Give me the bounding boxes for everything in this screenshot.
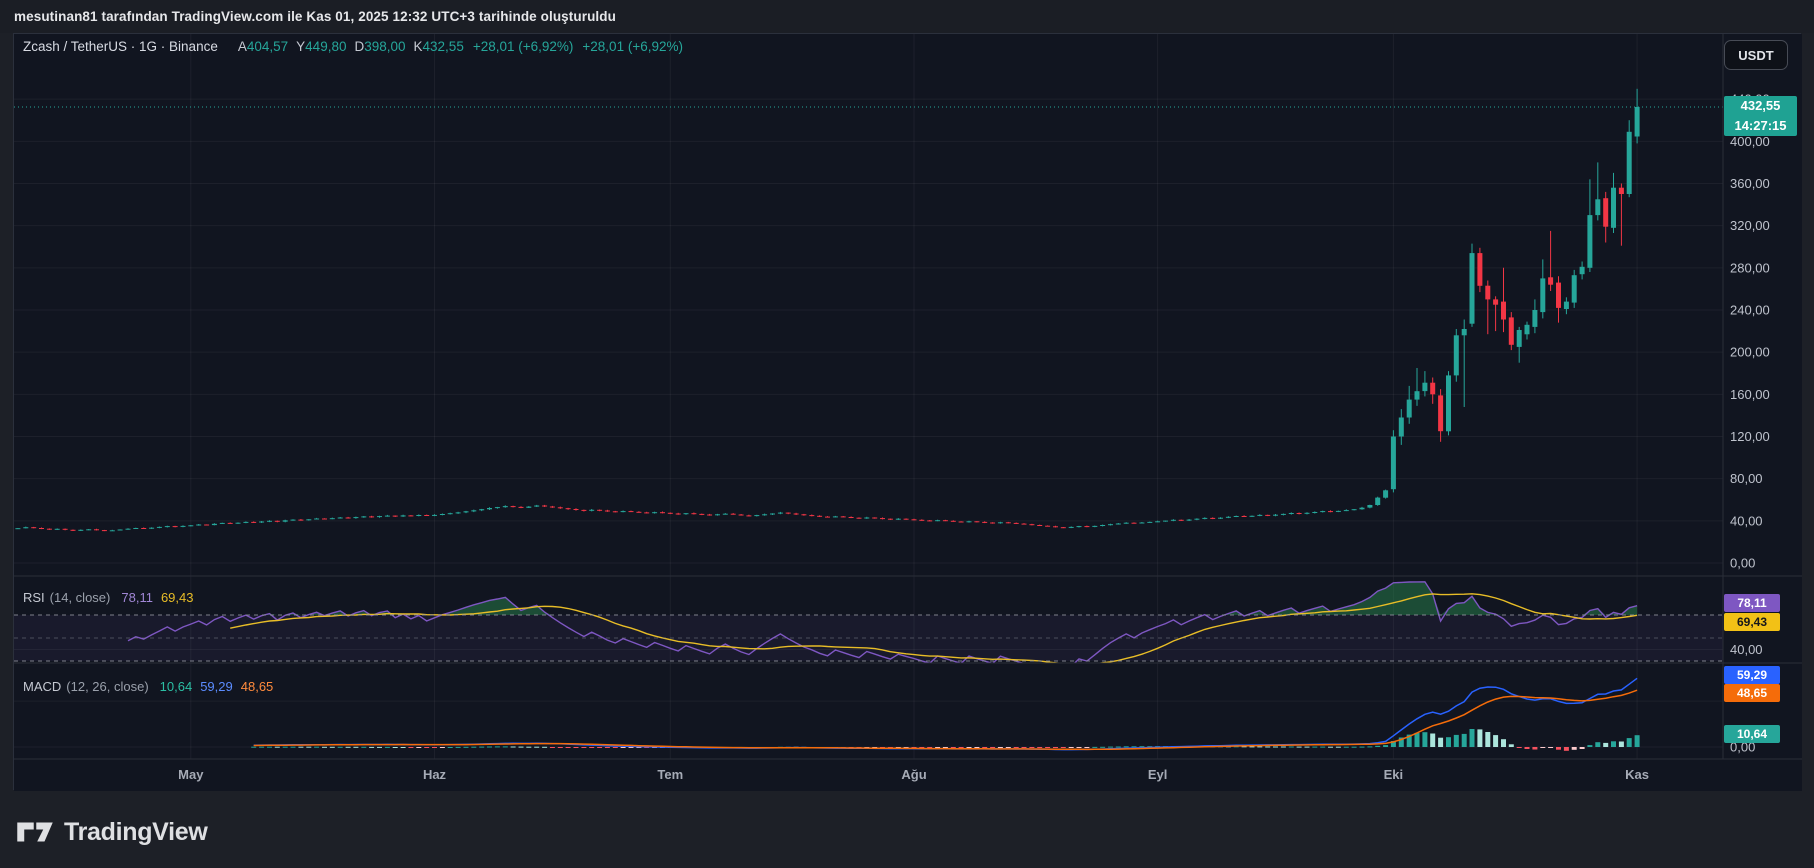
tradingview-logo-text: TradingView: [64, 817, 208, 846]
svg-text:40,00: 40,00: [1730, 513, 1763, 528]
macd-legend[interactable]: MACD (12, 26, close) 10,64 59,29 48,65: [23, 679, 273, 694]
macd-signal-badge: 48,65: [1724, 684, 1780, 702]
countdown-timer: 14:27:15: [1734, 118, 1787, 133]
tradingview-logo[interactable]: TradingView: [16, 814, 208, 850]
svg-text:Haz: Haz: [423, 767, 447, 782]
rsi-ma-badge: 69,43: [1724, 613, 1780, 631]
symbol-title[interactable]: Zcash / TetherUS · 1G · Binance: [23, 39, 218, 54]
svg-text:Tem: Tem: [657, 767, 683, 782]
svg-text:400,00: 400,00: [1730, 134, 1770, 149]
currency-toggle-button[interactable]: USDT: [1724, 40, 1788, 70]
macd-params: (12, 26, close): [66, 679, 149, 694]
close-value: 432,55: [422, 39, 464, 54]
svg-text:Eki: Eki: [1384, 767, 1404, 782]
close-label: K: [413, 39, 423, 54]
rsi-value: 78,11: [121, 590, 153, 605]
macd-signal-value: 48,65: [240, 679, 274, 694]
last-price-value: 432,55: [1740, 98, 1781, 113]
rsi-value-badge: 78,11: [1724, 594, 1780, 612]
svg-text:40,00: 40,00: [1730, 642, 1763, 657]
tradingview-logo-icon: [17, 822, 53, 842]
rsi-legend[interactable]: RSI (14, close) 78,11 69,43: [23, 590, 194, 605]
low-value: 398,00: [364, 39, 406, 54]
macd-hist-badge: 10,64: [1724, 725, 1780, 743]
attribution-text: mesutinan81 tarafından TradingView.com i…: [14, 9, 616, 24]
macd-hist-value: 10,64: [159, 679, 193, 694]
svg-text:Eyl: Eyl: [1148, 767, 1168, 782]
svg-text:200,00: 200,00: [1730, 345, 1770, 360]
change-value-dup: +28,01 (+6,92%): [582, 39, 683, 54]
low-label: D: [354, 39, 365, 54]
macd-line-badge: 59,29: [1724, 666, 1780, 684]
macd-title: MACD: [23, 679, 62, 694]
svg-text:280,00: 280,00: [1730, 260, 1770, 275]
rsi-ma-value: 69,43: [160, 590, 194, 605]
svg-text:Kas: Kas: [1625, 767, 1649, 782]
attribution-bar: mesutinan81 tarafından TradingView.com i…: [0, 0, 1814, 33]
svg-text:160,00: 160,00: [1730, 387, 1770, 402]
svg-text:240,00: 240,00: [1730, 303, 1770, 318]
svg-text:Ağu: Ağu: [901, 767, 926, 782]
svg-text:320,00: 320,00: [1730, 218, 1770, 233]
svg-text:0,00: 0,00: [1730, 556, 1755, 571]
chart-widget: 440,00400,00360,00320,00280,00240,00200,…: [13, 33, 1802, 791]
rsi-title: RSI: [23, 590, 45, 605]
macd-line-value: 59,29: [200, 679, 233, 694]
change-value: +28,01 (+6,92%): [472, 39, 574, 54]
high-value: 449,80: [305, 39, 347, 54]
svg-text:80,00: 80,00: [1730, 471, 1763, 486]
open-label: A: [237, 39, 247, 54]
svg-text:May: May: [178, 767, 204, 782]
last-price-badge: 432,55 14:27:15: [1724, 96, 1797, 136]
rsi-params: (14, close): [49, 590, 111, 605]
chart-canvas[interactable]: 440,00400,00360,00320,00280,00240,00200,…: [14, 34, 1802, 791]
symbol-legend[interactable]: Zcash / TetherUS · 1G · Binance A404,57 Y4…: [23, 39, 683, 54]
svg-text:360,00: 360,00: [1730, 176, 1770, 191]
svg-text:120,00: 120,00: [1730, 429, 1770, 444]
high-label: Y: [296, 39, 306, 54]
open-value: 404,57: [246, 39, 289, 54]
